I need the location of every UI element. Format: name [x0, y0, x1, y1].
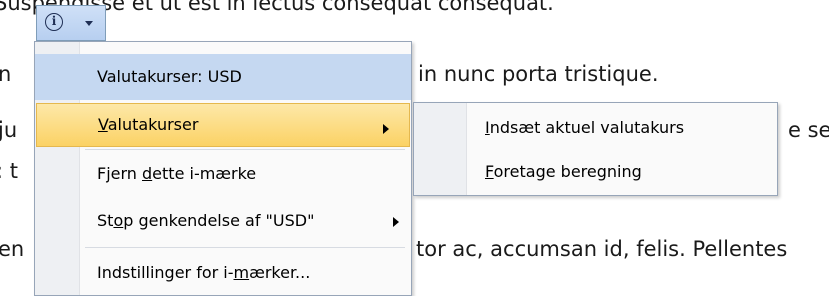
document-line: n: [0, 62, 12, 86]
menu-separator: [85, 149, 405, 150]
menu-item-label: Indstillinger for i-mærker...: [97, 263, 311, 282]
document-line: ju: [0, 118, 18, 142]
menu-item-label: Fjern dette i-mærke: [97, 164, 257, 183]
submenu-item-label: Indsæt aktuel valutakurs: [485, 118, 685, 137]
dropdown-arrow-icon: [85, 21, 93, 26]
menu-item-valutakurser[interactable]: Valutakurser: [36, 103, 410, 147]
submenu-arrow-icon: [383, 124, 389, 134]
menu-item-label: Stop genkendelse af "USD": [97, 211, 315, 230]
menu-header-label: Valutakurser: USD: [97, 67, 242, 86]
smart-tag-menu: Valutakurser: USD Valutakurser Fjern det…: [34, 41, 412, 296]
document-line: tor ac, accumsan id, felis. Pellentes: [416, 237, 788, 261]
menu-item-indstillinger[interactable]: Indstillinger for i-mærker...: [35, 250, 411, 296]
menu-header-valutakurser-usd: Valutakurser: USD: [35, 54, 411, 100]
submenu-item-foretage-beregning[interactable]: Foretage beregning: [414, 152, 777, 192]
submenu-item-indsaet-aktuel-valutakurs[interactable]: Indsæt aktuel valutakurs: [414, 108, 777, 148]
document-line: en: [0, 237, 25, 261]
submenu-arrow-icon: [393, 217, 399, 227]
valutakurser-submenu: Indsæt aktuel valutakurs Foretage beregn…: [413, 102, 778, 196]
menu-item-stop-genkendelse[interactable]: Stop genkendelse af "USD": [35, 197, 411, 245]
submenu-item-label: Foretage beregning: [485, 162, 642, 181]
menu-item-label: Valutakurser: [98, 115, 199, 134]
document-line: : t: [0, 159, 18, 183]
document-line: in nunc porta tristique.: [418, 62, 659, 86]
menu-item-fjern-dette-i-maerke[interactable]: Fjern dette i-mærke: [35, 151, 411, 197]
document-line: e se: [788, 118, 829, 142]
info-icon: i: [45, 13, 63, 31]
smart-tag-button[interactable]: i: [36, 5, 106, 41]
menu-separator: [85, 247, 405, 248]
